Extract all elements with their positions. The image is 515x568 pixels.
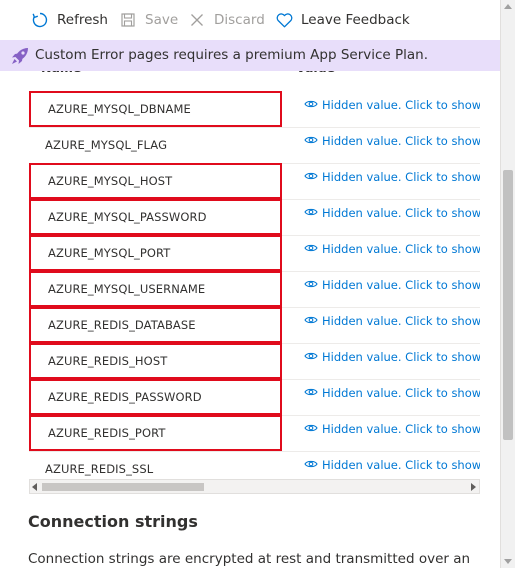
- setting-name[interactable]: AZURE_MYSQL_DBNAME: [29, 91, 282, 127]
- hidden-value-text: Hidden value. Click to show value: [322, 206, 480, 220]
- eye-icon: [304, 388, 318, 396]
- premium-plan-banner: Custom Error pages requires a premium Ap…: [0, 40, 500, 71]
- table-row[interactable]: AZURE_REDIS_PASSWORD Hidden value. Click…: [29, 379, 480, 416]
- table-row[interactable]: AZURE_MYSQL_PASSWORD Hidden value. Click…: [29, 199, 480, 236]
- vertical-scroll-thumb[interactable]: [503, 170, 513, 440]
- scroll-down-arrow-icon[interactable]: [504, 559, 512, 564]
- discard-button[interactable]: Discard: [188, 0, 265, 40]
- eye-icon: [304, 208, 318, 216]
- hidden-value-link[interactable]: Hidden value. Click to show value: [304, 343, 480, 373]
- hidden-value-text: Hidden value. Click to show value: [322, 278, 480, 292]
- setting-name[interactable]: AZURE_REDIS_SSL: [29, 451, 282, 478]
- eye-icon: [304, 244, 318, 252]
- table-row[interactable]: AZURE_MYSQL_HOST Hidden value. Click to …: [29, 163, 480, 200]
- heart-icon: [275, 11, 293, 29]
- eye-icon: [304, 424, 318, 432]
- horizontal-scrollbar[interactable]: [29, 479, 480, 494]
- refresh-icon: [31, 11, 49, 29]
- hidden-value-text: Hidden value. Click to show value: [322, 242, 480, 256]
- table-row[interactable]: AZURE_REDIS_HOST Hidden value. Click to …: [29, 343, 480, 380]
- hidden-value-text: Hidden value. Click to show value: [322, 458, 480, 472]
- setting-name[interactable]: AZURE_MYSQL_USERNAME: [29, 271, 282, 307]
- hidden-value-text: Hidden value. Click to show value: [322, 170, 480, 184]
- leave-feedback-button[interactable]: Leave Feedback: [275, 0, 410, 40]
- setting-name[interactable]: AZURE_MYSQL_FLAG: [29, 127, 282, 163]
- close-icon: [188, 11, 206, 29]
- horizontal-scroll-thumb[interactable]: [42, 483, 204, 491]
- hidden-value-text: Hidden value. Click to show value: [322, 386, 480, 400]
- command-bar: Refresh Save Discard Leave Feedback: [0, 0, 500, 40]
- eye-icon: [304, 316, 318, 324]
- vertical-scrollbar[interactable]: [500, 0, 515, 568]
- hidden-value-link[interactable]: Hidden value. Click to show value: [304, 163, 480, 193]
- app-settings-table: AZURE_MYSQL_DBNAME Hidden value. Click t…: [29, 91, 480, 478]
- rocket-icon: [10, 46, 30, 66]
- hidden-value-link[interactable]: Hidden value. Click to show value: [304, 307, 480, 337]
- eye-icon: [304, 136, 318, 144]
- setting-name[interactable]: AZURE_REDIS_DATABASE: [29, 307, 282, 343]
- leave-feedback-label: Leave Feedback: [301, 12, 410, 28]
- hidden-value-link[interactable]: Hidden value. Click to show value: [304, 235, 480, 265]
- eye-icon: [304, 460, 318, 468]
- eye-icon: [304, 172, 318, 180]
- hidden-value-link[interactable]: Hidden value. Click to show value: [304, 91, 480, 121]
- hidden-value-link[interactable]: Hidden value. Click to show value: [304, 271, 480, 301]
- hidden-value-text: Hidden value. Click to show value: [322, 98, 480, 112]
- hidden-value-text: Hidden value. Click to show value: [322, 314, 480, 328]
- setting-name[interactable]: AZURE_REDIS_PASSWORD: [29, 379, 282, 415]
- table-row[interactable]: AZURE_MYSQL_USERNAME Hidden value. Click…: [29, 271, 480, 308]
- table-row[interactable]: AZURE_REDIS_SSL Hidden value. Click to s…: [29, 451, 480, 478]
- table-row[interactable]: AZURE_MYSQL_PORT Hidden value. Click to …: [29, 235, 480, 272]
- hidden-value-link[interactable]: Hidden value. Click to show value: [304, 379, 480, 409]
- discard-label: Discard: [214, 12, 265, 28]
- banner-text: Custom Error pages requires a premium Ap…: [35, 47, 429, 63]
- connection-strings-description: Connection strings are encrypted at rest…: [28, 551, 471, 567]
- scroll-left-arrow-icon[interactable]: [32, 483, 37, 491]
- refresh-button[interactable]: Refresh: [31, 0, 108, 40]
- scroll-right-arrow-icon[interactable]: [471, 483, 476, 491]
- hidden-value-link[interactable]: Hidden value. Click to show value: [304, 127, 480, 157]
- save-button[interactable]: Save: [119, 0, 178, 40]
- save-icon: [119, 11, 137, 29]
- hidden-value-link[interactable]: Hidden value. Click to show value: [304, 415, 480, 445]
- hidden-value-text: Hidden value. Click to show value: [322, 134, 480, 148]
- setting-name[interactable]: AZURE_REDIS_PORT: [29, 415, 282, 451]
- scroll-up-arrow-icon[interactable]: [504, 4, 512, 9]
- eye-icon: [304, 100, 318, 108]
- hidden-value-text: Hidden value. Click to show value: [322, 350, 480, 364]
- refresh-label: Refresh: [57, 12, 108, 28]
- setting-name[interactable]: AZURE_MYSQL_PASSWORD: [29, 199, 282, 235]
- eye-icon: [304, 352, 318, 360]
- connection-strings-heading: Connection strings: [28, 512, 198, 531]
- setting-name[interactable]: AZURE_MYSQL_HOST: [29, 163, 282, 199]
- save-label: Save: [145, 12, 179, 28]
- eye-icon: [304, 280, 318, 288]
- table-row[interactable]: AZURE_REDIS_PORT Hidden value. Click to …: [29, 415, 480, 452]
- hidden-value-link[interactable]: Hidden value. Click to show value: [304, 451, 480, 478]
- table-row[interactable]: AZURE_MYSQL_FLAG Hidden value. Click to …: [29, 127, 480, 164]
- hidden-value-text: Hidden value. Click to show value: [322, 422, 480, 436]
- table-row[interactable]: AZURE_REDIS_DATABASE Hidden value. Click…: [29, 307, 480, 344]
- setting-name[interactable]: AZURE_MYSQL_PORT: [29, 235, 282, 271]
- setting-name[interactable]: AZURE_REDIS_HOST: [29, 343, 282, 379]
- table-row[interactable]: AZURE_MYSQL_DBNAME Hidden value. Click t…: [29, 91, 480, 128]
- hidden-value-link[interactable]: Hidden value. Click to show value: [304, 199, 480, 229]
